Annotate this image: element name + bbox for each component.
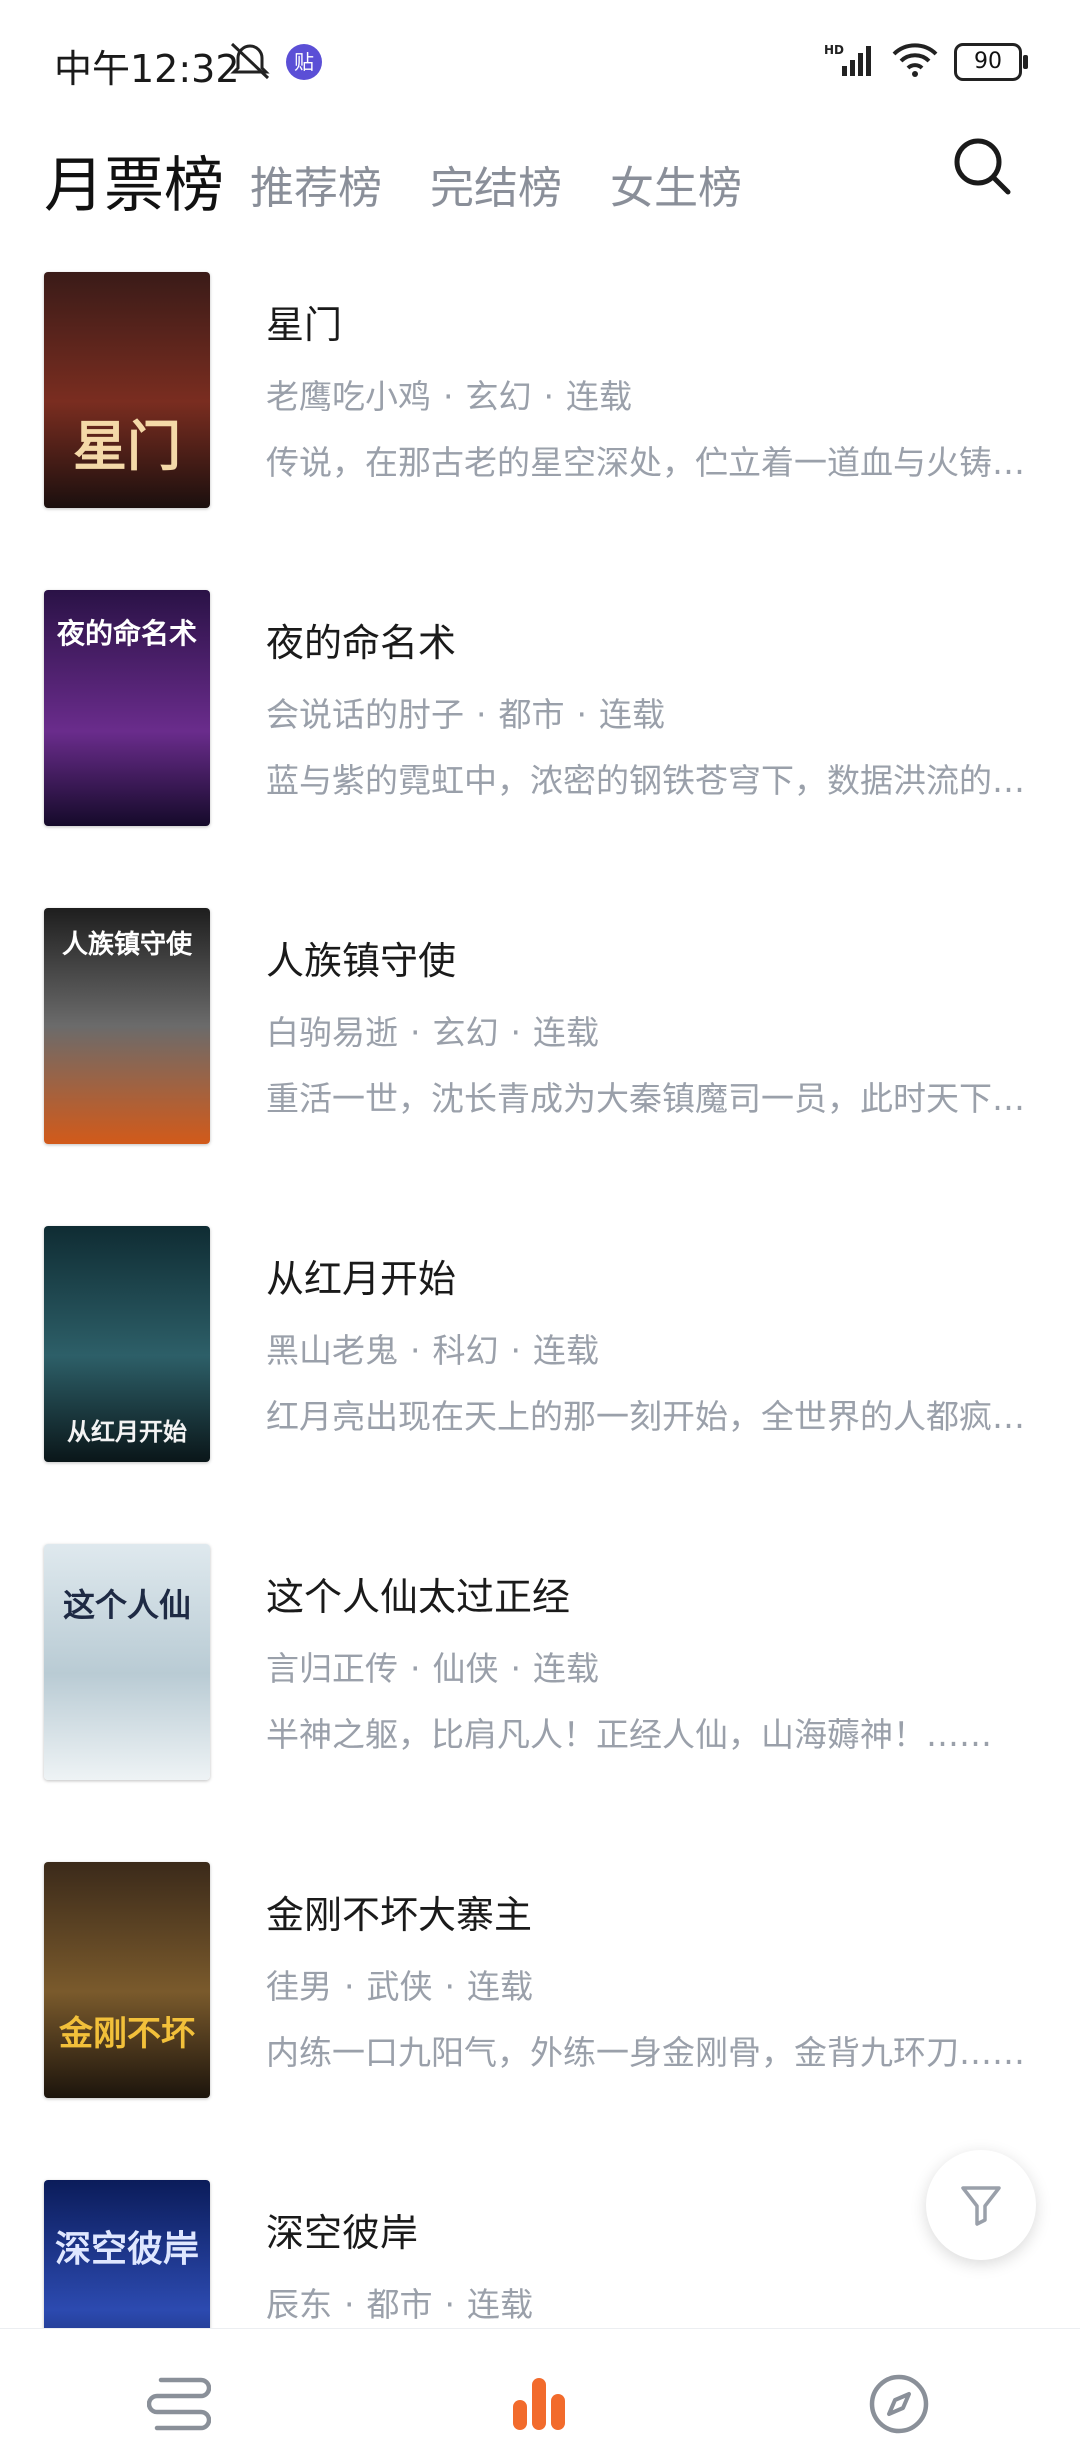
book-description: 传说，在那古老的星空深处，伫立着一道血与火铸就的星门…… (266, 443, 1026, 482)
svg-text:HD: HD (824, 43, 844, 57)
book-meta: 黑山老鬼 · 科幻 · 连载 (266, 1331, 599, 1370)
book-title: 深空彼岸 (266, 2211, 419, 2255)
book-status: 连载 (566, 377, 632, 416)
cover-title: 夜的命名术 (56, 617, 197, 650)
tab-completed[interactable]: 完结榜 (430, 152, 562, 216)
book-status: 连载 (599, 695, 665, 734)
book-genre: 玄幻 (432, 1013, 499, 1052)
ranking-tabs: 月票榜 推荐榜 完结榜 女生榜 (0, 126, 1080, 236)
cover-title: 从红月开始 (67, 1417, 187, 1446)
search-button[interactable] (948, 132, 1018, 202)
nav-ranking[interactable] (504, 2369, 574, 2439)
book-cover[interactable]: 这个人仙 (44, 1544, 210, 1780)
cover-title: 人族镇守使 (61, 930, 192, 960)
book-title: 金刚不坏大寨主 (266, 1893, 533, 1937)
bookshelf-icon (147, 2377, 211, 2431)
battery-icon: 90 (954, 43, 1028, 81)
book-description: 红月亮出现在天上的那一刻开始，全世界的人都疯了…… (266, 1397, 1026, 1436)
mute-icon (226, 40, 274, 84)
book-meta: 言归正传 · 仙侠 · 连载 (266, 1649, 599, 1688)
book-status: 连载 (533, 1649, 599, 1688)
book-status: 连载 (467, 2285, 533, 2324)
list-item[interactable]: 这个人仙 这个人仙太过正经 言归正传 · 仙侠 · 连载 半神之躯，比肩凡人！正经人仙，… (0, 1542, 1080, 1802)
list-item[interactable]: 夜的命名术 夜的命名术 会说话的肘子 · 都市 · 连载 蓝与紫的霓虹中，浓密的钢铁苍穹… (0, 588, 1080, 848)
book-title: 人族镇守使 (266, 939, 457, 983)
book-description: 蓝与紫的霓虹中，浓密的钢铁苍穹下，数据洪流的前端…… (266, 761, 1026, 800)
cover-title: 星门 (73, 414, 181, 478)
list-item[interactable]: 金刚不坏 金刚不坏大寨主 徍男 · 武侠 · 连载 内练一口九阳气，外练一身金刚骨，金背… (0, 1860, 1080, 2120)
book-status: 连载 (533, 1331, 599, 1370)
search-icon (954, 138, 1011, 195)
filter-icon (961, 2186, 1001, 2226)
list-item[interactable]: 人族镇守使 人族镇守使 白驹易逝 · 玄幻 · 连载 重活一世，沈长青成为大秦镇魔司一员… (0, 906, 1080, 1166)
book-author: 会说话的肘子 (266, 695, 464, 734)
cover-title: 金刚不坏 (59, 2014, 195, 2054)
book-author: 老鹰吃小鸡 (266, 377, 431, 416)
book-author: 辰东 (266, 2285, 332, 2324)
book-description: 重活一世，沈长青成为大秦镇魔司一员，此时天下…… (266, 1079, 1026, 1118)
book-author: 黑山老鬼 (266, 1331, 398, 1370)
book-meta: 辰东 · 都市 · 连载 (266, 2285, 533, 2324)
signal-icon: HD (824, 42, 876, 82)
app-notification-icon: 贴 (286, 44, 322, 80)
book-author: 言归正传 (266, 1649, 398, 1688)
book-title: 星门 (266, 303, 343, 347)
cover-title: 深空彼岸 (54, 2228, 199, 2270)
nav-bookshelf[interactable] (144, 2369, 214, 2439)
book-genre: 仙侠 (432, 1649, 499, 1688)
ranking-icon (513, 2378, 565, 2430)
list-item[interactable]: 星门 星门 老鹰吃小鸡 · 玄幻 · 连载 传说，在那古老的星空深处，伫立着一道血与火铸… (0, 270, 1080, 530)
book-description: 内练一口九阳气，外练一身金刚骨，金背九环刀…… (266, 2033, 1025, 2072)
book-cover[interactable]: 人族镇守使 (44, 908, 210, 1144)
book-meta: 徍男 · 武侠 · 连载 (266, 1967, 533, 2006)
book-meta: 白驹易逝 · 玄幻 · 连载 (266, 1013, 599, 1052)
book-title: 从红月开始 (266, 1257, 457, 1301)
book-status: 连载 (467, 1967, 533, 2006)
cover-title: 这个人仙 (62, 1586, 191, 1624)
tab-female[interactable]: 女生榜 (610, 152, 742, 216)
tab-monthly[interactable]: 月票榜 (44, 137, 224, 224)
book-cover[interactable]: 金刚不坏 (44, 1862, 210, 2098)
book-meta: 会说话的肘子 · 都市 · 连载 (266, 695, 665, 734)
book-author: 徍男 (266, 1967, 332, 2006)
book-meta: 老鹰吃小鸡 · 玄幻 · 连载 (266, 377, 632, 416)
book-genre: 武侠 (366, 1967, 433, 2006)
book-cover[interactable]: 夜的命名术 (44, 590, 210, 826)
status-bar: 中午12:32 贴 HD 90 (0, 0, 1080, 126)
nav-discover[interactable] (864, 2369, 934, 2439)
book-genre: 科幻 (432, 1331, 499, 1370)
filter-button[interactable] (926, 2150, 1036, 2260)
list-item[interactable]: 从红月开始 从红月开始 黑山老鬼 · 科幻 · 连载 红月亮出现在天上的那一刻开始，全世… (0, 1224, 1080, 1484)
book-genre: 都市 (366, 2285, 433, 2324)
book-title: 这个人仙太过正经 (266, 1575, 571, 1619)
book-cover[interactable]: 星门 (44, 272, 210, 508)
wifi-icon (892, 42, 938, 82)
book-description: 半神之躯，比肩凡人！正经人仙，山海薅神！…… (266, 1715, 992, 1754)
book-author: 白驹易逝 (266, 1013, 398, 1052)
book-genre: 都市 (498, 695, 565, 734)
book-status: 连载 (533, 1013, 599, 1052)
book-genre: 玄幻 (465, 377, 532, 416)
status-time: 中午12:32 (54, 47, 240, 91)
bottom-navigation (0, 2328, 1080, 2461)
book-title: 夜的命名术 (266, 621, 457, 665)
tab-recommended[interactable]: 推荐榜 (250, 152, 382, 216)
book-cover[interactable]: 从红月开始 (44, 1226, 210, 1462)
compass-icon (869, 2374, 929, 2434)
